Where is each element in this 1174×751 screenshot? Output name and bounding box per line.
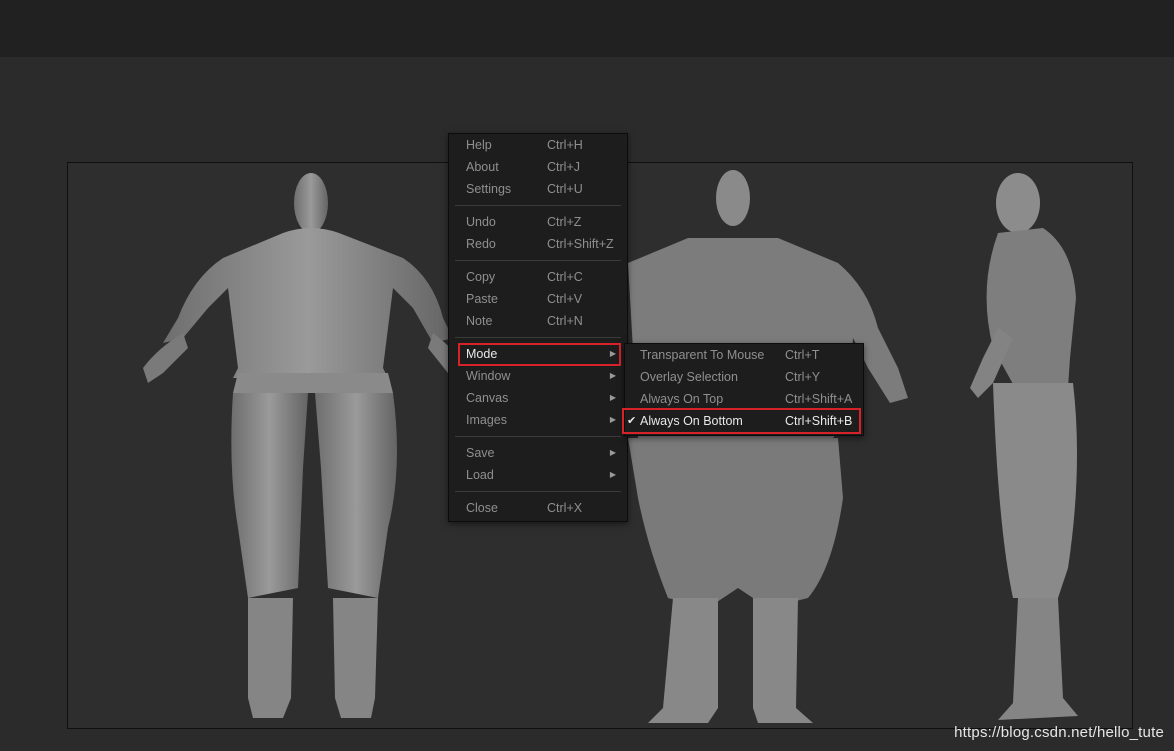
menu-item-paste[interactable]: Paste Ctrl+V bbox=[449, 288, 627, 310]
menu-item-settings[interactable]: Settings Ctrl+U bbox=[449, 178, 627, 200]
figure-back-view bbox=[628, 170, 908, 723]
menu-separator bbox=[455, 436, 621, 437]
menu-item-shortcut: Ctrl+Shift+A bbox=[785, 392, 853, 406]
menu-item-label: Load bbox=[466, 468, 494, 482]
submenu-item-transparent-to-mouse[interactable]: Transparent To Mouse Ctrl+T bbox=[625, 344, 863, 366]
menu-item-shortcut: Ctrl+N bbox=[547, 314, 583, 328]
figure-side-view bbox=[970, 173, 1078, 720]
figure-front-view bbox=[143, 173, 463, 718]
menu-item-shortcut: Ctrl+Y bbox=[785, 370, 821, 384]
menu-item-shortcut: Ctrl+H bbox=[547, 138, 583, 152]
menu-item-shortcut: Ctrl+Z bbox=[547, 215, 582, 229]
menu-separator bbox=[455, 260, 621, 261]
menu-item-label: Help bbox=[466, 138, 492, 152]
submenu-arrow-icon: ▶ bbox=[609, 448, 616, 457]
menu-item-shortcut: Ctrl+Shift+Z bbox=[547, 237, 614, 251]
menu-item-label: Window bbox=[466, 369, 511, 383]
menu-item-help[interactable]: Help Ctrl+H bbox=[449, 134, 627, 156]
submenu-item-overlay-selection[interactable]: Overlay Selection Ctrl+Y bbox=[625, 366, 863, 388]
context-menu: Help Ctrl+H About Ctrl+J Settings Ctrl+U… bbox=[448, 133, 628, 522]
menu-separator bbox=[455, 491, 621, 492]
top-toolbar bbox=[0, 0, 1174, 57]
menu-item-close[interactable]: Close Ctrl+X bbox=[449, 497, 627, 519]
menu-item-label: Settings bbox=[466, 182, 512, 196]
menu-item-label: Always On Top bbox=[640, 392, 724, 406]
menu-item-label: Paste bbox=[466, 292, 498, 306]
menu-item-about[interactable]: About Ctrl+J bbox=[449, 156, 627, 178]
menu-item-copy[interactable]: Copy Ctrl+C bbox=[449, 266, 627, 288]
menu-item-label: Undo bbox=[466, 215, 496, 229]
menu-item-shortcut: Ctrl+X bbox=[547, 501, 583, 515]
menu-item-label: Canvas bbox=[466, 391, 509, 405]
menu-item-label: Copy bbox=[466, 270, 496, 284]
menu-item-label: Note bbox=[466, 314, 493, 328]
submenu-arrow-icon: ▶ bbox=[609, 371, 616, 380]
menu-item-save[interactable]: Save ▶ bbox=[449, 442, 627, 464]
submenu-arrow-icon: ▶ bbox=[609, 393, 616, 402]
submenu-item-always-on-top[interactable]: Always On Top Ctrl+Shift+A bbox=[625, 388, 863, 410]
menu-item-label: Images bbox=[466, 413, 507, 427]
menu-item-note[interactable]: Note Ctrl+N bbox=[449, 310, 627, 332]
menu-separator bbox=[455, 205, 621, 206]
menu-item-label: Transparent To Mouse bbox=[640, 348, 765, 362]
menu-item-shortcut: Ctrl+U bbox=[547, 182, 583, 196]
menu-item-label: About bbox=[466, 160, 499, 174]
menu-item-shortcut: Ctrl+T bbox=[785, 348, 820, 362]
submenu-arrow-icon: ▶ bbox=[609, 470, 616, 479]
menu-item-label: Save bbox=[466, 446, 495, 460]
mode-submenu: Transparent To Mouse Ctrl+T Overlay Sele… bbox=[622, 343, 864, 436]
menu-item-images[interactable]: Images ▶ bbox=[449, 409, 627, 431]
menu-item-canvas[interactable]: Canvas ▶ bbox=[449, 387, 627, 409]
menu-item-label: Close bbox=[466, 501, 498, 515]
menu-item-shortcut: Ctrl+V bbox=[547, 292, 583, 306]
menu-item-label: Redo bbox=[466, 237, 496, 251]
mode-highlight-box bbox=[458, 343, 621, 366]
menu-item-shortcut: Ctrl+C bbox=[547, 270, 583, 284]
menu-item-load[interactable]: Load ▶ bbox=[449, 464, 627, 486]
menu-item-redo[interactable]: Redo Ctrl+Shift+Z bbox=[449, 233, 627, 255]
submenu-arrow-icon: ▶ bbox=[609, 415, 616, 424]
menu-item-shortcut: Ctrl+J bbox=[547, 160, 580, 174]
menu-separator bbox=[455, 337, 621, 338]
always-on-bottom-highlight-box bbox=[622, 408, 861, 434]
watermark: https://blog.csdn.net/hello_tute bbox=[954, 724, 1164, 741]
menu-item-window[interactable]: Window ▶ bbox=[449, 365, 627, 387]
menu-item-label: Overlay Selection bbox=[640, 370, 738, 384]
menu-item-undo[interactable]: Undo Ctrl+Z bbox=[449, 211, 627, 233]
